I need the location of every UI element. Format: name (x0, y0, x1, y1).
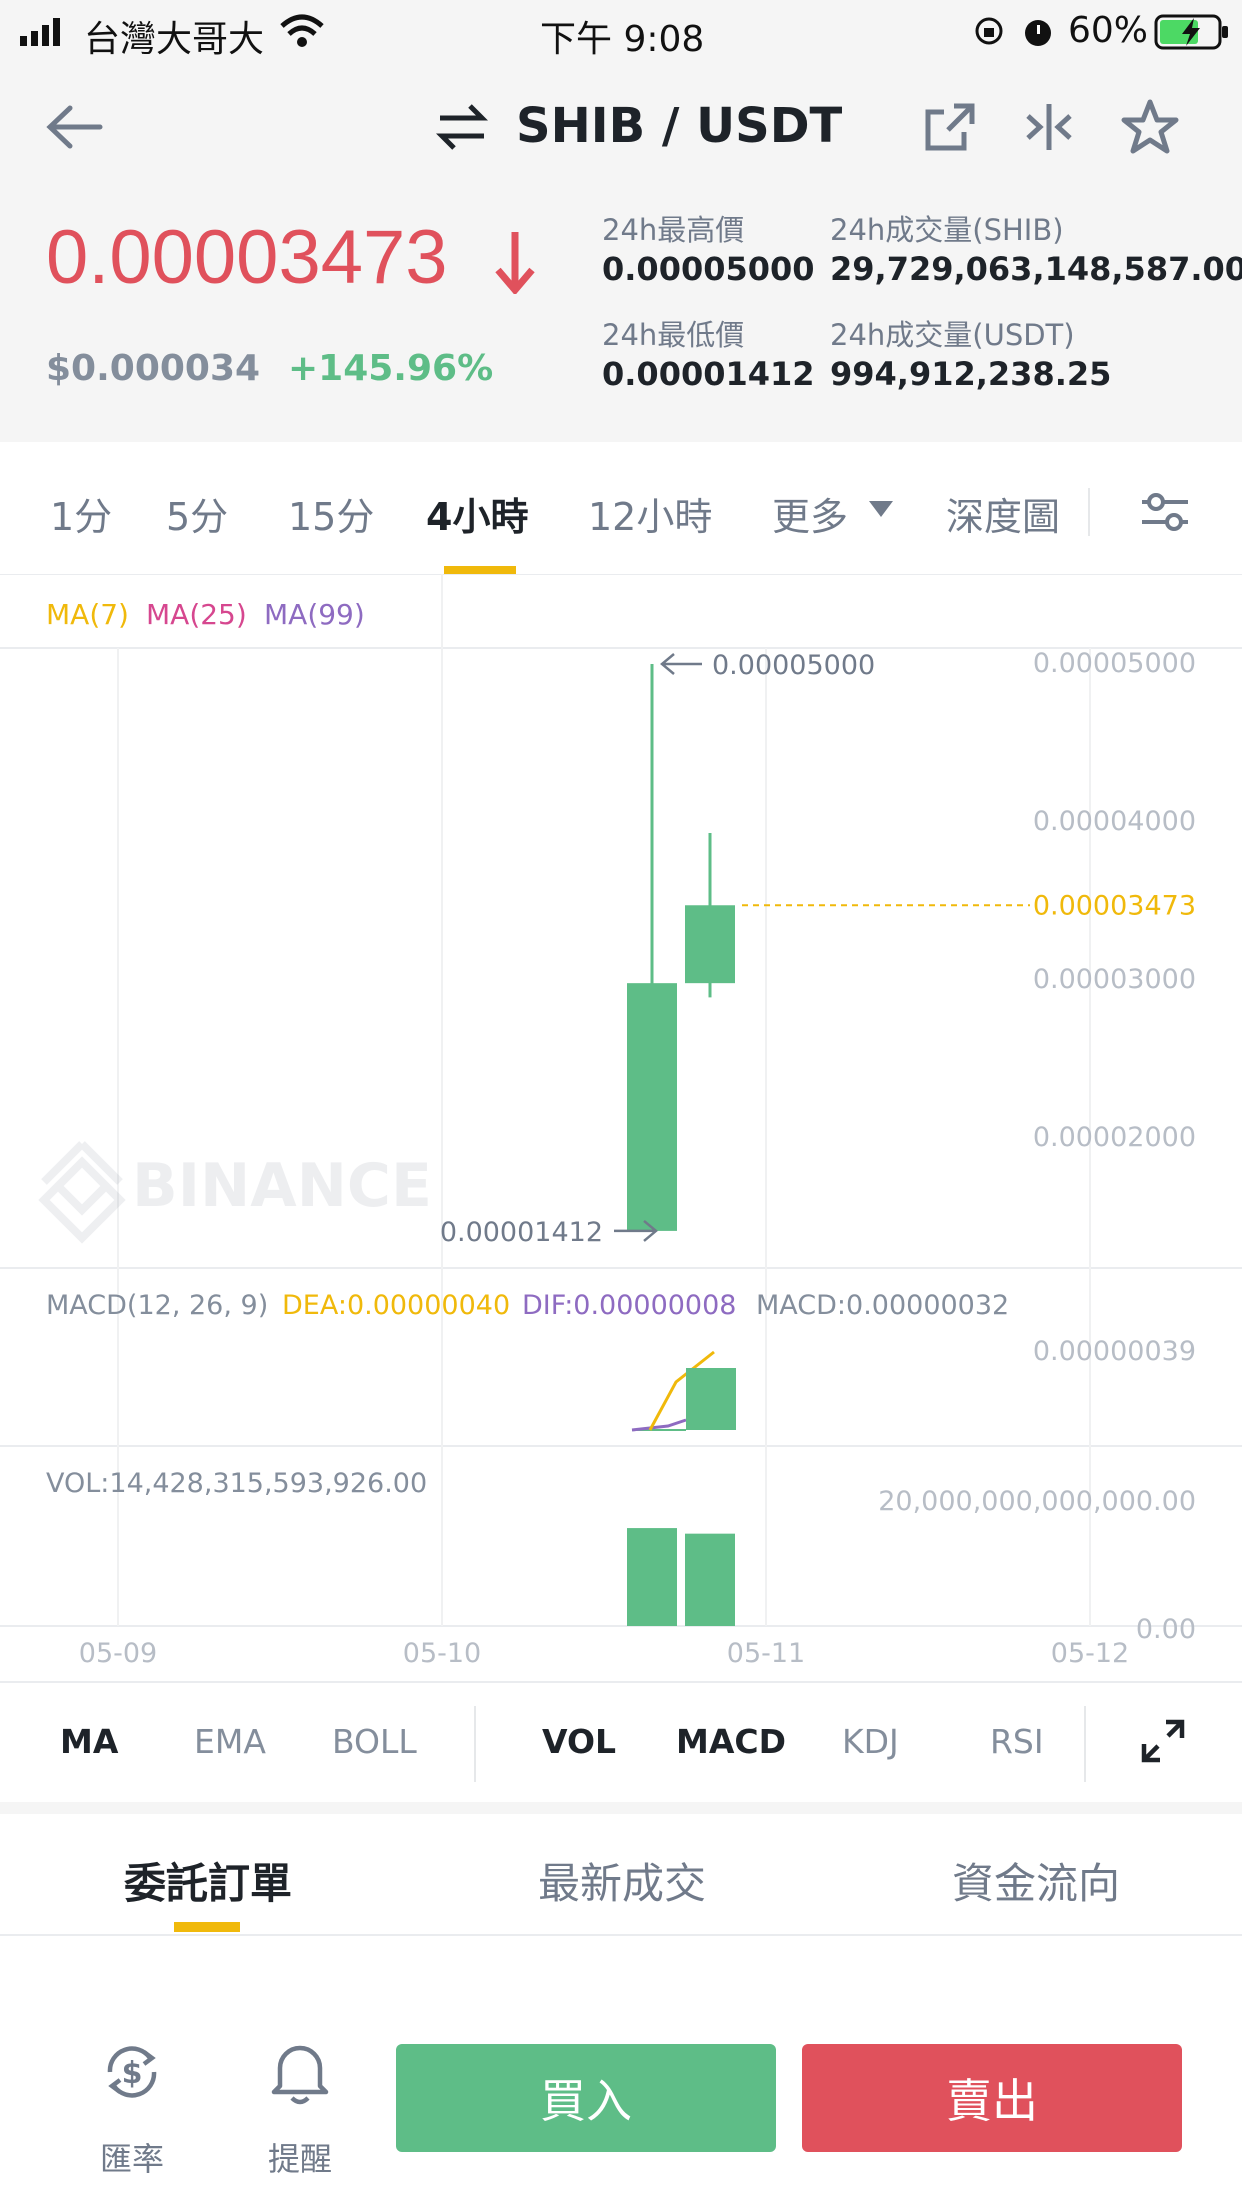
high-value: 0.00005000 (602, 250, 815, 288)
back-arrow-icon[interactable] (44, 102, 106, 152)
indicator-rsi[interactable]: RSI (990, 1722, 1044, 1761)
candles (627, 664, 735, 1231)
x-tick: 05-11 (727, 1638, 805, 1669)
price-change: +145.96% (288, 348, 494, 389)
tab-more[interactable]: 更多 (772, 486, 848, 541)
rotation-lock-icon (975, 17, 1003, 45)
divider (1088, 488, 1090, 536)
down-arrow-icon (495, 232, 535, 294)
macd-bar (686, 1368, 736, 1430)
watermark-text: BINANCE (132, 1151, 432, 1221)
y-tick: 0.00004000 (1033, 806, 1196, 837)
candle-body (685, 905, 735, 984)
volume-label: VOL:14,428,315,593,926.00 (46, 1468, 427, 1499)
x-tick: 05-09 (79, 1638, 157, 1669)
binance-logo: BINANCE (38, 1141, 432, 1244)
dif-line (631, 1418, 687, 1432)
exchange-rate-label[interactable]: 匯率 (100, 2134, 164, 2180)
battery-percent: 60% (1068, 10, 1149, 51)
pair-title[interactable]: SHIB / USDT (516, 98, 842, 154)
macd-axis-label: 0.00000039 (1033, 1336, 1196, 1367)
y-tick: 0.00002000 (1033, 1122, 1196, 1153)
tab-5min[interactable]: 5分 (166, 486, 228, 541)
indicator-vol[interactable]: VOL (542, 1722, 616, 1761)
y-tick: 0.00005000 (1033, 648, 1196, 679)
indicator-boll[interactable]: BOLL (332, 1722, 417, 1761)
macd-value: MACD:0.00000032 (756, 1290, 1009, 1321)
divider (0, 1934, 1242, 1936)
tab-4hour[interactable]: 4小時 (426, 486, 528, 541)
tab-depth[interactable]: 深度圖 (946, 486, 1060, 541)
alert-label[interactable]: 提醒 (268, 2134, 332, 2180)
vol-shib-label: 24h成交量(SHIB) (830, 213, 1064, 247)
orders-tab-indicator (174, 1922, 240, 1932)
volume-bar (627, 1528, 677, 1626)
tab-12hour[interactable]: 12小時 (588, 486, 712, 541)
sell-button[interactable]: 賣出 (802, 2044, 1182, 2152)
indicator-ma[interactable]: MA (60, 1722, 118, 1761)
divider (1084, 1706, 1086, 1782)
macd-dea: DEA:0.00000040 (282, 1290, 510, 1321)
volume-axis-top: 20,000,000,000,000.00 (878, 1486, 1196, 1517)
bottom-action-bar: $ 匯率 提醒 買入 賣出 (0, 1980, 1242, 2208)
volume-axis-bottom: 0.00 (1136, 1614, 1196, 1645)
macd-dif: DIF:0.00000008 (522, 1290, 736, 1321)
buy-button[interactable]: 買入 (396, 2044, 776, 2152)
last-price-label: 0.00003473 (1033, 890, 1196, 921)
indicator-macd[interactable]: MACD (676, 1722, 786, 1761)
low-annotation: 0.00001412 (440, 1217, 603, 1248)
pair-header: SHIB / USDT 0.00003473 $0.000034 +145.96… (0, 62, 1242, 442)
alarm-icon (1025, 20, 1051, 46)
ma25-legend: MA(25) (146, 598, 247, 631)
status-time: 下午 9:08 (540, 19, 705, 60)
x-tick: 05-10 (403, 1638, 481, 1669)
chart-settings-icon[interactable] (1140, 492, 1190, 532)
high-label: 24h最高價 (602, 213, 745, 247)
exchange-rate-icon[interactable]: $ (100, 2040, 164, 2104)
section-separator (0, 1802, 1242, 1814)
swap-icon[interactable] (436, 102, 488, 152)
vol-usdt-value: 994,912,238.25 (830, 355, 1112, 393)
signal-icon (20, 18, 60, 46)
favorite-star-icon[interactable] (1120, 98, 1180, 156)
fullscreen-icon[interactable] (1140, 1718, 1186, 1764)
active-tab-indicator (444, 566, 516, 574)
vol-usdt-label: 24h成交量(USDT) (830, 318, 1075, 352)
compare-icon[interactable] (1024, 102, 1074, 152)
ma99-legend: MA(99) (264, 598, 365, 631)
wifi-icon (280, 14, 324, 47)
carrier-name: 台灣大哥大 (84, 19, 265, 60)
svg-text:$: $ (122, 2056, 143, 2091)
high-annotation-arrow (660, 653, 702, 675)
ma7-legend: MA(7) (46, 598, 129, 631)
indicator-kdj[interactable]: KDJ (842, 1722, 899, 1761)
caret-down-icon[interactable] (868, 500, 894, 518)
x-tick: 05-12 (1051, 1638, 1129, 1669)
macd-label: MACD(12, 26, 9) (46, 1290, 268, 1321)
low-label: 24h最低價 (602, 318, 745, 352)
battery-icon (1154, 14, 1228, 50)
volume-bars (627, 1528, 735, 1626)
candle-body (627, 983, 677, 1231)
share-icon[interactable] (924, 100, 976, 152)
vol-shib-value: 29,729,063,148,587.00 (830, 250, 1242, 288)
bell-icon[interactable] (268, 2038, 332, 2106)
kline-chart[interactable]: MA(7) MA(25) MA(99) BINANCE 0.00005000 0… (0, 574, 1242, 1684)
divider (474, 1706, 476, 1782)
tab-fund-flow[interactable]: 資金流向 (952, 1850, 1120, 1911)
y-tick: 0.00003000 (1033, 964, 1196, 995)
status-bar: 台灣大哥大 下午 9:08 60% (0, 0, 1242, 62)
tab-1min[interactable]: 1分 (50, 486, 112, 541)
tab-15min[interactable]: 15分 (288, 486, 374, 541)
tab-orders[interactable]: 委託訂單 (124, 1850, 292, 1911)
tab-latest-trades[interactable]: 最新成交 (538, 1850, 706, 1911)
last-price: 0.00003473 (46, 215, 448, 300)
volume-bar (685, 1533, 735, 1626)
high-annotation: 0.00005000 (712, 650, 875, 681)
low-value: 0.00001412 (602, 355, 815, 393)
usd-price: $0.000034 (46, 348, 261, 389)
indicator-ema[interactable]: EMA (194, 1722, 266, 1761)
